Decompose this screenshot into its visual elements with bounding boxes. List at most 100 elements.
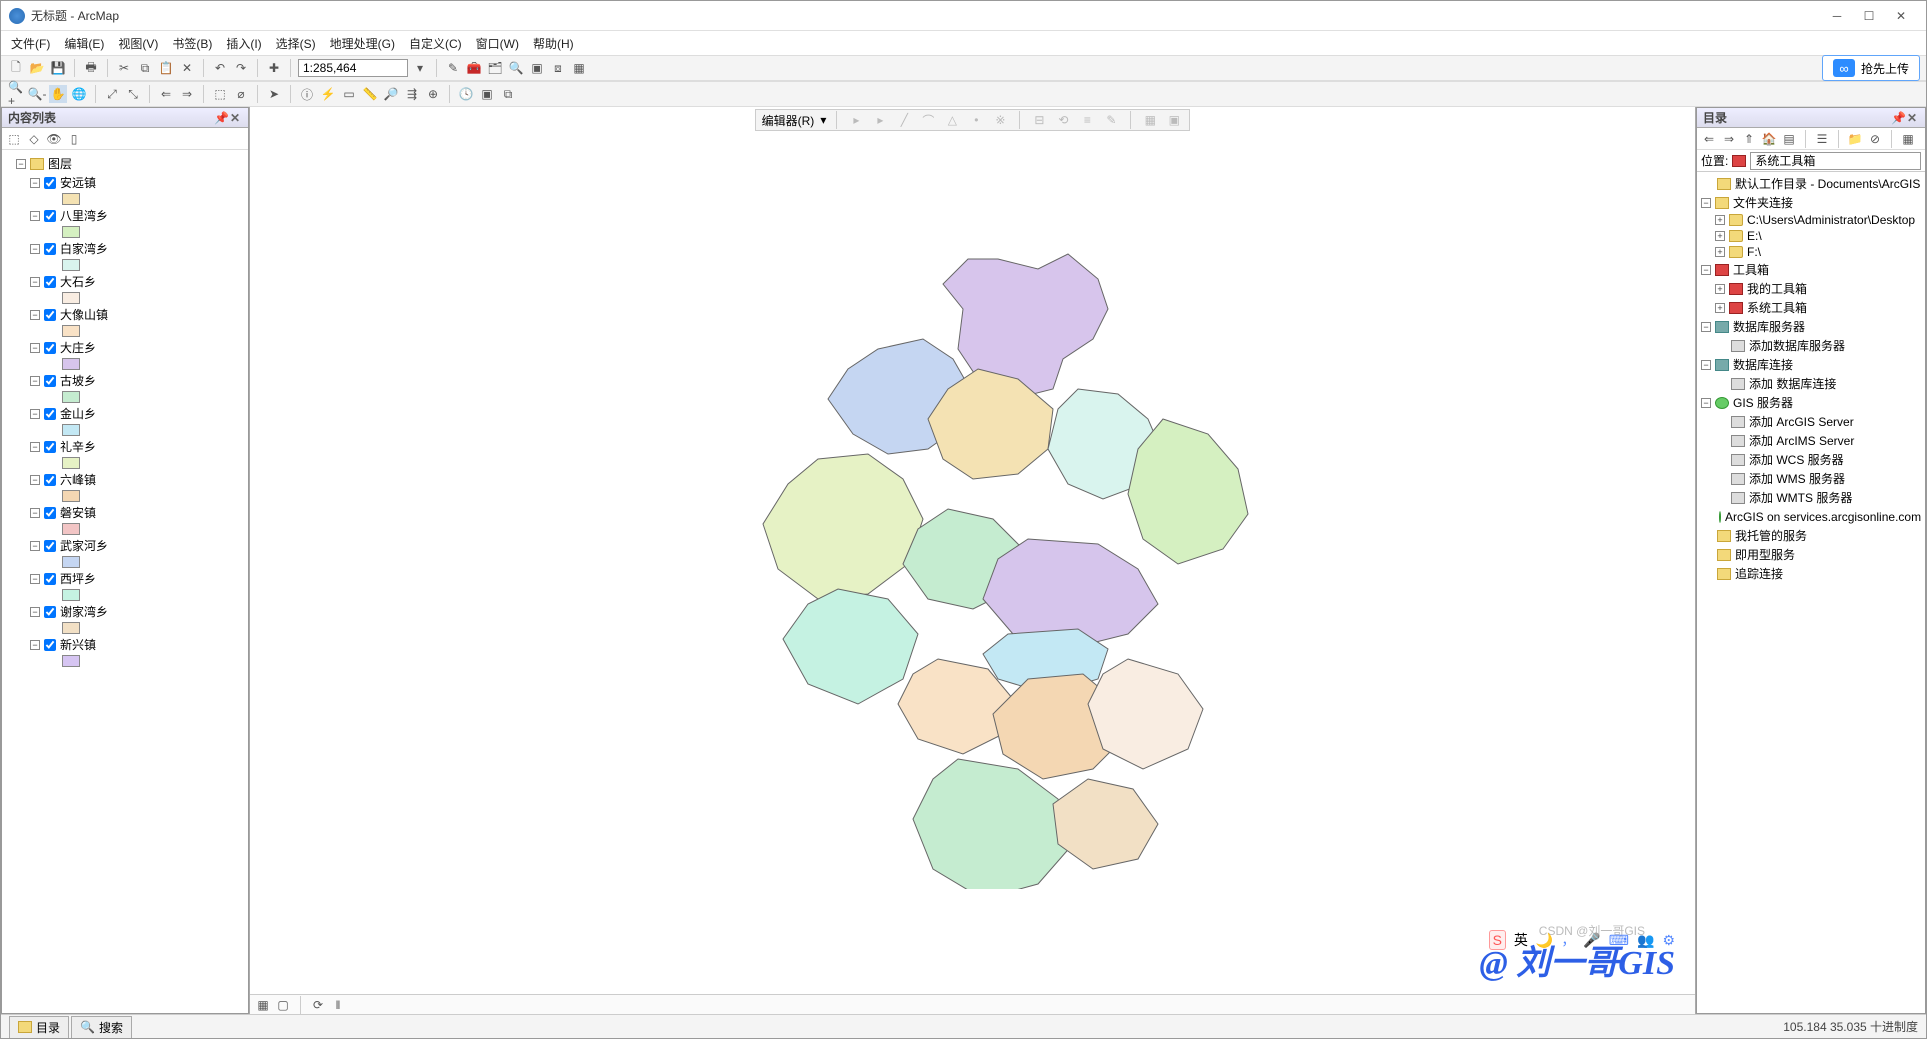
expand-icon[interactable]: − bbox=[1701, 360, 1711, 370]
layer-swatch[interactable] bbox=[62, 424, 80, 436]
expand-icon[interactable]: + bbox=[1715, 215, 1725, 225]
edit-windows-icon[interactable]: ▣ bbox=[1165, 111, 1183, 129]
catalog-node-label[interactable]: GIS 服务器 bbox=[1733, 394, 1793, 411]
panel-close-icon[interactable]: ✕ bbox=[1907, 111, 1919, 125]
data-view-icon[interactable]: ▦ bbox=[256, 998, 270, 1012]
edit-vertices-icon[interactable]: ▸ bbox=[871, 111, 889, 129]
layer-label[interactable]: 大庄乡 bbox=[60, 339, 96, 356]
layer-checkbox[interactable] bbox=[44, 177, 56, 189]
pan-icon[interactable]: ✋ bbox=[49, 85, 67, 103]
menu-item[interactable]: 视图(V) bbox=[118, 35, 158, 52]
create-viewer-icon[interactable]: ▣ bbox=[478, 85, 496, 103]
point-icon[interactable]: • bbox=[967, 111, 985, 129]
collapse-icon[interactable]: − bbox=[30, 244, 40, 254]
menu-item[interactable]: 选择(S) bbox=[276, 35, 316, 52]
pin-icon[interactable]: 📌 bbox=[214, 111, 226, 125]
toggle-tree-icon[interactable]: ▤ bbox=[1781, 131, 1797, 147]
expand-icon[interactable]: − bbox=[1701, 398, 1711, 408]
hyperlink-icon[interactable]: ⚡ bbox=[319, 85, 337, 103]
catalog-node-label[interactable]: 添加 ArcGIS Server bbox=[1749, 413, 1854, 430]
layer-label[interactable]: 大石乡 bbox=[60, 273, 96, 290]
trace-icon[interactable]: △ bbox=[943, 111, 961, 129]
menu-item[interactable]: 插入(I) bbox=[226, 35, 261, 52]
search-icon[interactable]: 🔍 bbox=[507, 59, 525, 77]
layer-label[interactable]: 安远镇 bbox=[60, 174, 96, 191]
refresh-icon[interactable]: ⟳ bbox=[311, 998, 325, 1012]
editor-toolbar-icon[interactable]: ✎ bbox=[444, 59, 462, 77]
catalog-node-label[interactable]: 数据库连接 bbox=[1733, 356, 1793, 373]
list-by-drawing-icon[interactable]: ⬚ bbox=[6, 131, 22, 147]
go-to-xy-icon[interactable]: ⊕ bbox=[424, 85, 442, 103]
layer-checkbox[interactable] bbox=[44, 606, 56, 618]
table-icon[interactable]: ▦ bbox=[570, 59, 588, 77]
toolbox-icon[interactable]: 🧰 bbox=[465, 59, 483, 77]
layer-swatch[interactable] bbox=[62, 391, 80, 403]
catalog-tree[interactable]: 默认工作目录 - Documents\ArcGIS−文件夹连接+C:\Users… bbox=[1697, 172, 1925, 1013]
modelbuilder-icon[interactable]: ⧈ bbox=[549, 59, 567, 77]
catalog-node-label[interactable]: 添加 WMTS 服务器 bbox=[1749, 489, 1852, 506]
full-extent-icon[interactable]: 🌐 bbox=[70, 85, 88, 103]
attributes-icon[interactable]: ≡ bbox=[1078, 111, 1096, 129]
gear-icon[interactable]: ⚙ bbox=[1662, 932, 1675, 949]
expand-icon[interactable]: + bbox=[1715, 247, 1725, 257]
tab-search[interactable]: 🔍搜索 bbox=[71, 1016, 132, 1038]
layer-checkbox[interactable] bbox=[44, 441, 56, 453]
list-by-visibility-icon[interactable]: 👁 bbox=[46, 131, 62, 147]
options-icon[interactable]: ▦ bbox=[1900, 131, 1916, 147]
layer-checkbox[interactable] bbox=[44, 210, 56, 222]
layer-swatch[interactable] bbox=[62, 358, 80, 370]
layer-swatch[interactable] bbox=[62, 556, 80, 568]
catalog-icon[interactable]: 🗂 bbox=[486, 59, 504, 77]
measure-icon[interactable]: 📏 bbox=[361, 85, 379, 103]
layer-checkbox[interactable] bbox=[44, 243, 56, 255]
collapse-icon[interactable]: − bbox=[16, 159, 26, 169]
expand-icon[interactable]: − bbox=[1701, 322, 1711, 332]
menu-item[interactable]: 文件(F) bbox=[11, 35, 50, 52]
edit-annotation-icon[interactable]: ※ bbox=[991, 111, 1009, 129]
delete-icon[interactable]: ✕ bbox=[178, 59, 196, 77]
layer-label[interactable]: 白家湾乡 bbox=[60, 240, 108, 257]
zoom-in-icon[interactable]: 🔍+ bbox=[7, 85, 25, 103]
add-data-icon[interactable]: ✚ bbox=[265, 59, 283, 77]
sketch-properties-icon[interactable]: ✎ bbox=[1102, 111, 1120, 129]
undo-icon[interactable]: ↶ bbox=[211, 59, 229, 77]
people-icon[interactable]: 👥 bbox=[1637, 932, 1654, 949]
catalog-node-label[interactable]: 我托管的服务 bbox=[1735, 527, 1807, 544]
catalog-node-label[interactable]: 添加数据库服务器 bbox=[1749, 337, 1845, 354]
minimize-button[interactable]: ─ bbox=[1830, 9, 1844, 23]
toc-root-label[interactable]: 图层 bbox=[48, 155, 72, 172]
html-popup-icon[interactable]: ▭ bbox=[340, 85, 358, 103]
layer-label[interactable]: 大像山镇 bbox=[60, 306, 108, 323]
time-slider-icon[interactable]: 🕓 bbox=[457, 85, 475, 103]
moon-icon[interactable]: 🌙 bbox=[1536, 932, 1553, 949]
find-route-icon[interactable]: ⇶ bbox=[403, 85, 421, 103]
menu-item[interactable]: 自定义(C) bbox=[409, 35, 462, 52]
editor-dropdown-icon[interactable]: ▾ bbox=[820, 113, 826, 127]
collapse-icon[interactable]: − bbox=[30, 277, 40, 287]
expand-icon[interactable]: + bbox=[1715, 303, 1725, 313]
catalog-node-label[interactable]: 默认工作目录 - Documents\ArcGIS bbox=[1735, 175, 1920, 192]
redo-icon[interactable]: ↷ bbox=[232, 59, 250, 77]
layer-swatch[interactable] bbox=[62, 259, 80, 271]
python-icon[interactable]: ▣ bbox=[528, 59, 546, 77]
layer-checkbox[interactable] bbox=[44, 507, 56, 519]
layer-label[interactable]: 磐安镇 bbox=[60, 504, 96, 521]
collapse-icon[interactable]: − bbox=[30, 343, 40, 353]
collapse-icon[interactable]: − bbox=[30, 211, 40, 221]
select-elements-icon[interactable]: ➤ bbox=[265, 85, 283, 103]
collapse-icon[interactable]: − bbox=[30, 640, 40, 650]
catalog-node-label[interactable]: 添加 WCS 服务器 bbox=[1749, 451, 1844, 468]
expand-icon[interactable]: − bbox=[1701, 198, 1711, 208]
layer-label[interactable]: 古坡乡 bbox=[60, 372, 96, 389]
layer-swatch[interactable] bbox=[62, 292, 80, 304]
menu-item[interactable]: 编辑(E) bbox=[64, 35, 104, 52]
expand-icon[interactable]: + bbox=[1715, 231, 1725, 241]
catalog-node-label[interactable]: 我的工具箱 bbox=[1747, 280, 1807, 297]
collapse-icon[interactable]: − bbox=[30, 475, 40, 485]
layer-label[interactable]: 新兴镇 bbox=[60, 636, 96, 653]
layer-swatch[interactable] bbox=[62, 457, 80, 469]
edit-tool-icon[interactable]: ▸ bbox=[847, 111, 865, 129]
collapse-icon[interactable]: − bbox=[30, 376, 40, 386]
layer-swatch[interactable] bbox=[62, 589, 80, 601]
panel-close-icon[interactable]: ✕ bbox=[230, 111, 242, 125]
